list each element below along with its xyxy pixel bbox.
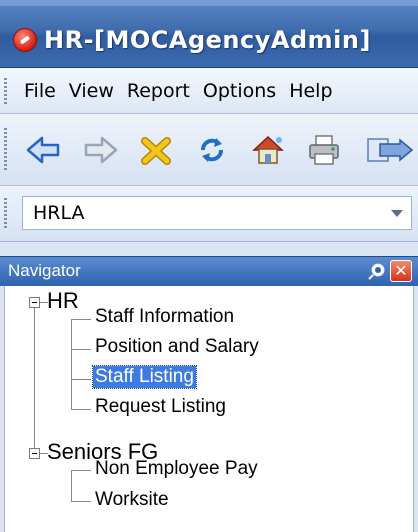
menu-file[interactable]: File	[24, 80, 56, 102]
tree-connector	[71, 379, 91, 380]
hr-expander[interactable]	[29, 297, 40, 308]
chevron-down-icon[interactable]	[391, 210, 403, 217]
tree-node-request-listing[interactable]: Request Listing	[95, 396, 226, 418]
selector-grip-icon[interactable]	[4, 198, 7, 230]
home-icon	[252, 135, 284, 164]
home-button[interactable]	[248, 130, 288, 170]
tree-connector	[71, 470, 91, 471]
pin-icon[interactable]	[368, 262, 386, 280]
tree-connector	[71, 470, 72, 501]
export-button[interactable]	[360, 130, 418, 170]
tree-node-hr[interactable]: HR	[47, 288, 79, 314]
delete-x-icon	[141, 137, 171, 165]
selector-bar: HRLA	[0, 186, 418, 242]
tree-node-staff-listing[interactable]: Staff Listing	[92, 365, 197, 389]
refresh-button[interactable]	[192, 130, 232, 170]
tree-connector	[71, 319, 91, 320]
navigator-tree: HR Staff Information Position and Salary…	[4, 286, 414, 532]
seniors-fg-expander[interactable]	[29, 448, 40, 459]
tree-connector	[71, 501, 91, 502]
navigator-header: Navigator ✕	[0, 256, 418, 286]
title-bar-top-strip	[0, 0, 418, 6]
tree-node-worksite[interactable]: Worksite	[95, 489, 169, 511]
back-arrow-icon	[26, 136, 60, 164]
menu-grip-icon[interactable]	[4, 78, 7, 104]
menu-view[interactable]: View	[69, 80, 114, 102]
refresh-icon	[201, 138, 223, 162]
tree-connector	[71, 319, 72, 410]
tree-connector	[34, 302, 35, 454]
title-bar: HR-[MOCAgencyAdmin]	[0, 0, 418, 68]
agency-combobox[interactable]: HRLA	[22, 196, 412, 230]
window-title: HR-[MOCAgencyAdmin]	[44, 26, 371, 54]
tree-connector	[71, 349, 91, 350]
menu-options[interactable]: Options	[203, 80, 276, 102]
agency-combobox-value: HRLA	[33, 202, 85, 224]
menu-bar: File View Report Options Help	[0, 68, 418, 114]
menu-report[interactable]: Report	[127, 80, 190, 102]
menu-help[interactable]: Help	[289, 80, 332, 102]
forward-button[interactable]	[80, 130, 120, 170]
tree-node-staff-information[interactable]: Staff Information	[95, 306, 234, 328]
close-icon: ✕	[394, 261, 408, 280]
app-icon	[13, 28, 37, 52]
tree-connector	[71, 409, 91, 410]
close-button[interactable]: ✕	[390, 260, 412, 282]
tree-node-position-and-salary[interactable]: Position and Salary	[95, 336, 259, 358]
export-icon	[367, 138, 414, 162]
forward-arrow-icon	[84, 136, 118, 164]
back-button[interactable]	[24, 130, 64, 170]
print-icon	[309, 135, 339, 165]
toolbar	[0, 114, 418, 186]
tree-node-non-employee-pay[interactable]: Non Employee Pay	[95, 458, 258, 480]
toolbar-grip-icon[interactable]	[4, 128, 7, 170]
navigator-title: Navigator	[8, 261, 81, 280]
print-button[interactable]	[304, 130, 344, 170]
delete-button[interactable]	[136, 130, 176, 170]
